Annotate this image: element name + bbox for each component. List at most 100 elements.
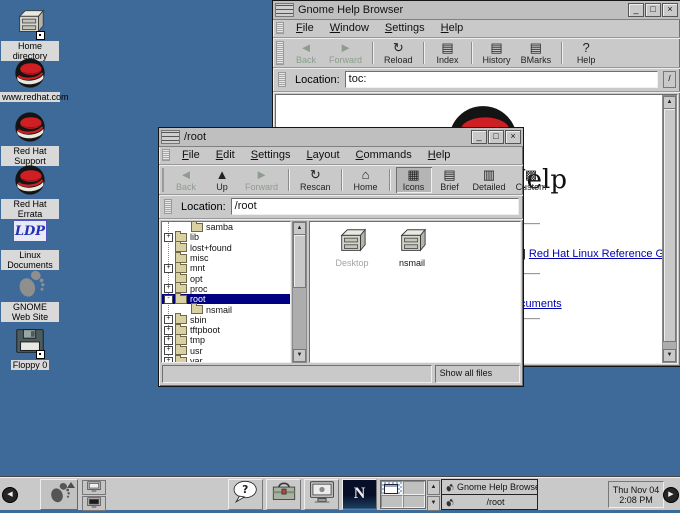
task-button-/root[interactable]: /root (441, 494, 538, 510)
locationbar-grip[interactable] (164, 199, 172, 214)
task-button-Gnome Help Browser[interactable]: Gnome Help Browser (441, 479, 538, 495)
pager-desktop-3[interactable] (381, 495, 403, 509)
tree-item-opt[interactable]: opt (162, 273, 290, 283)
help-reload-button[interactable]: ↻Reload (379, 40, 418, 66)
desktop-icon-linux-documents[interactable]: LDPLinux Documents (1, 214, 59, 270)
window-menu-icon[interactable] (161, 130, 180, 144)
tree-item-lib[interactable]: +lib (162, 232, 290, 242)
tree-expander-icon[interactable]: + (164, 264, 173, 273)
maximize-button[interactable]: □ (488, 130, 504, 144)
tree-expander-icon[interactable]: + (164, 346, 173, 355)
reference-guide-link[interactable]: Red Hat Linux Reference Guide (529, 248, 662, 260)
fm-brief-button[interactable]: ▤Brief (432, 167, 468, 193)
fm-back-button[interactable]: ◄Back (168, 167, 204, 193)
help-menu-window[interactable]: Window (322, 21, 377, 35)
tree-expander-icon[interactable]: - (164, 295, 173, 304)
menubar-grip[interactable] (276, 22, 284, 34)
panel-hide-left-button[interactable]: ◀ (2, 487, 18, 503)
tree-item-tmp[interactable]: +tmp (162, 335, 290, 345)
scroll-down-button[interactable]: ▼ (663, 349, 676, 362)
minimize-button[interactable]: _ (471, 130, 487, 144)
scrollbar-thumb[interactable] (293, 234, 306, 288)
maximize-button[interactable]: □ (645, 3, 661, 17)
file-icon-Desktop[interactable]: Desktop (324, 226, 380, 268)
window-menu-icon[interactable] (275, 3, 294, 17)
fm-menu-settings[interactable]: Settings (243, 148, 299, 162)
fm-rescan-button[interactable]: ↻Rescan (295, 167, 336, 193)
pager-up-button[interactable]: ▲ (427, 480, 440, 495)
pager-desktop-1[interactable] (381, 481, 403, 495)
toolbar-grip[interactable] (276, 41, 284, 65)
help-history-button[interactable]: ▤History (478, 40, 516, 66)
tree-item-mnt[interactable]: +mnt (162, 263, 290, 273)
tree-expander-icon[interactable]: + (164, 326, 173, 335)
minimize-button[interactable]: _ (628, 3, 644, 17)
help-menu-help[interactable]: Help (433, 21, 472, 35)
tree-item-lost+found[interactable]: lost+found (162, 243, 290, 253)
tree-item-sbin[interactable]: +sbin (162, 315, 290, 325)
help-forward-button[interactable]: ►Forward (324, 40, 367, 66)
desktop-icon-floppy-0[interactable]: Floppy 0 (1, 324, 59, 370)
tree-expander-icon[interactable]: + (164, 284, 173, 293)
fm-menu-help[interactable]: Help (420, 148, 459, 162)
netscape-launcher[interactable]: N (342, 479, 377, 510)
tree-item-nsmail[interactable]: nsmail (162, 304, 290, 314)
help-bmarks-button[interactable]: ▤BMarks (516, 40, 557, 66)
help-location-input[interactable]: toc: (345, 71, 658, 88)
tree-item-var[interactable]: +var (162, 356, 290, 363)
lock-screen-button[interactable] (82, 496, 106, 511)
help-help-button[interactable]: ?Help (568, 40, 604, 66)
tree-item-usr[interactable]: +usr (162, 346, 290, 356)
pager-desktop-4[interactable] (403, 495, 425, 509)
fm-home-button[interactable]: ⌂Home (348, 167, 384, 193)
help-launcher[interactable]: ? (228, 479, 263, 510)
file-icon-nsmail[interactable]: nsmail (384, 226, 440, 268)
help-titlebar[interactable]: Gnome Help Browser _□× (273, 1, 680, 20)
help-menu-settings[interactable]: Settings (377, 21, 433, 35)
panel-hide-right-button[interactable]: ▶ (663, 487, 679, 503)
tree-item-tftpboot[interactable]: +tftpboot (162, 325, 290, 335)
fm-detailed-button[interactable]: ▥Detailed (468, 167, 511, 193)
scrollbar-thumb[interactable] (663, 108, 676, 342)
help-menu-file[interactable]: File (288, 21, 322, 35)
screen-applet-button[interactable] (82, 480, 106, 495)
fm-custom-button[interactable]: ▩Custom (511, 167, 552, 193)
tree-item-samba[interactable]: samba (162, 222, 290, 232)
terminal-launcher[interactable] (304, 479, 339, 510)
fm-location-input[interactable]: /root (231, 198, 519, 215)
fm-menu-file[interactable]: File (174, 148, 208, 162)
tree-scrollbar[interactable]: ▲ ▼ (292, 221, 307, 363)
tree-expander-icon[interactable]: + (164, 336, 173, 345)
tree-expander-icon[interactable]: + (164, 315, 173, 324)
tree-item-misc[interactable]: misc (162, 253, 290, 263)
help-scrollbar[interactable]: ▲ ▼ (662, 95, 677, 363)
tree-item-root[interactable]: -root (162, 294, 290, 304)
help-index-button[interactable]: ▤Index (430, 40, 466, 66)
fm-menu-commands[interactable]: Commands (348, 148, 420, 162)
location-dropdown-button[interactable]: / (663, 71, 676, 88)
toolbar-grip[interactable] (162, 168, 164, 192)
scroll-down-button[interactable]: ▼ (293, 349, 306, 362)
tree-item-proc[interactable]: +proc (162, 284, 290, 294)
desktop-icon-home-directory[interactable]: Home directory (1, 5, 59, 61)
close-button[interactable]: × (662, 3, 678, 17)
pager-desktop-2[interactable] (403, 481, 425, 495)
close-button[interactable]: × (505, 130, 521, 144)
fm-menu-layout[interactable]: Layout (298, 148, 347, 162)
fm-menu-edit[interactable]: Edit (208, 148, 243, 162)
pager-down-button[interactable]: ▼ (427, 496, 440, 511)
tree-expander-icon[interactable]: + (164, 233, 173, 242)
desktop-pager[interactable] (380, 480, 426, 509)
fm-up-button[interactable]: ▲Up (204, 167, 240, 193)
desktop-icon-gnome-web-site[interactable]: GNOME Web Site (1, 266, 59, 322)
menubar-grip[interactable] (162, 149, 170, 161)
fm-forward-button[interactable]: ►Forward (240, 167, 283, 193)
fm-icons-button[interactable]: ▦Icons (396, 167, 432, 193)
desktop-icon-red-hat-errata[interactable]: Red Hat Errata (1, 163, 59, 219)
help-back-button[interactable]: ◄Back (288, 40, 324, 66)
desktop-icon-red-hat-support[interactable]: Red Hat Support (1, 110, 59, 166)
locationbar-grip[interactable] (278, 72, 286, 87)
fm-titlebar[interactable]: /root _□× (159, 128, 523, 147)
config-toolbox-launcher[interactable] (266, 479, 301, 510)
desktop-icon-www-redhat-com[interactable]: www.redhat.com (1, 56, 59, 102)
